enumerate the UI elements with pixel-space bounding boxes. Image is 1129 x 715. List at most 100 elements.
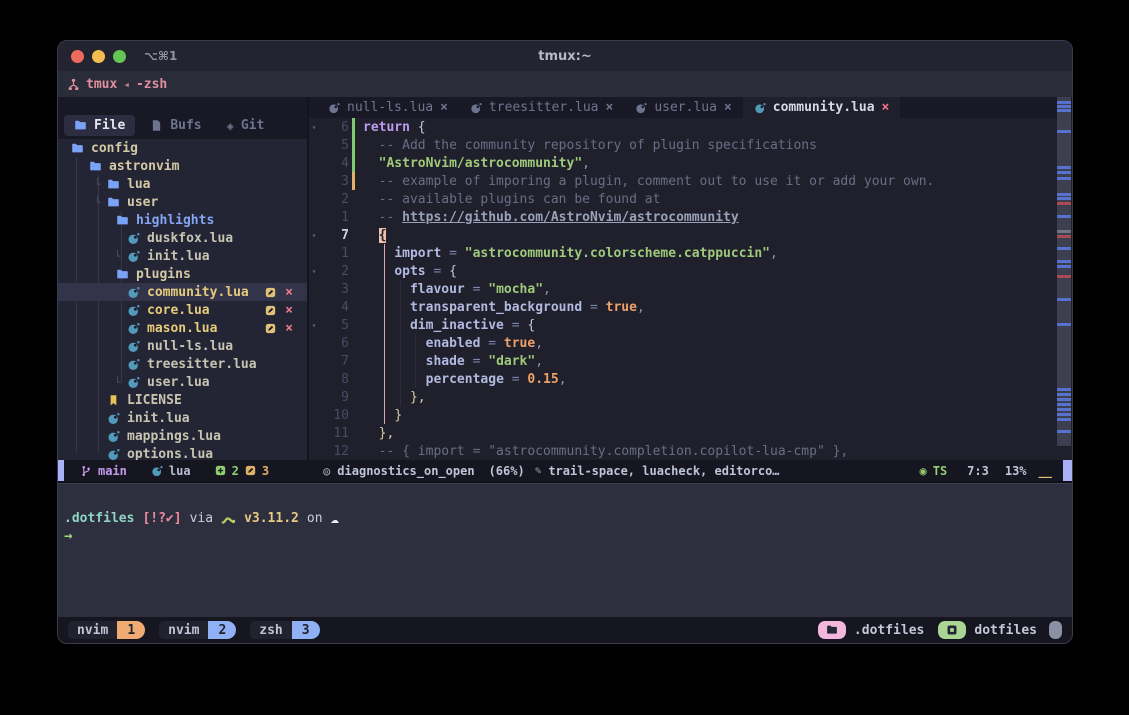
scrollbar-mark <box>1057 298 1071 301</box>
buffer-tab-treesitter.lua[interactable]: treesitter.lua× <box>459 97 624 118</box>
tree-item-LICENSE[interactable]: LICENSE <box>58 391 307 409</box>
fold-icon[interactable]: ▾ <box>307 321 321 330</box>
diamond-icon: ◈ <box>227 119 234 133</box>
close-icon[interactable]: × <box>440 100 448 115</box>
code-line[interactable]: 3 flavour = "mocha", <box>307 280 1072 298</box>
tree-item-init.lua[interactable]: init.lua <box>58 409 307 427</box>
code-line[interactable]: 3 -- example of imporing a plugin, comme… <box>307 172 1072 190</box>
fold-icon[interactable]: ▾ <box>307 267 321 276</box>
code-line[interactable]: ▾2 opts = { <box>307 262 1072 280</box>
git-branch-icon <box>80 465 92 477</box>
line-number: 10 <box>321 408 349 423</box>
tmux-status-label: dotfiles <box>966 623 1045 638</box>
tree-item-mappings.lua[interactable]: mappings.lua <box>58 427 307 445</box>
fold-icon[interactable]: ▾ <box>307 231 321 240</box>
code-line[interactable]: 6 enabled = true, <box>307 334 1072 352</box>
tree-item-core.lua[interactable]: core.lua× <box>58 301 307 319</box>
tree-item-null-ls.lua[interactable]: null-ls.lua <box>58 337 307 355</box>
code-line[interactable]: 4 transparent_background = true, <box>307 298 1072 316</box>
scrollbar-mark <box>1057 230 1071 233</box>
close-icon[interactable]: × <box>606 100 614 115</box>
tree-item-astronvim[interactable]: astronvim <box>58 157 307 175</box>
minimize-window-button[interactable] <box>92 50 105 63</box>
tree-item-mason.lua[interactable]: mason.lua× <box>58 319 307 337</box>
tree-connector: └ <box>94 196 106 209</box>
tree-item-community.lua[interactable]: community.lua× <box>58 283 307 301</box>
terminal-window: ⌥⌘1 tmux:~ tmux ◂ -zsh FileBufs◈Git conf… <box>57 40 1073 644</box>
tree-item-name: init.lua <box>147 249 210 264</box>
close-window-button[interactable] <box>71 50 84 63</box>
tree-item-name: options.lua <box>127 447 213 461</box>
code-line[interactable]: 12 -- { import = "astrocommunity.complet… <box>307 442 1072 460</box>
code-line[interactable]: 2 -- available plugins can be found at <box>307 190 1072 208</box>
tree-item-init.lua[interactable]: └ init.lua <box>58 247 307 265</box>
code-text: -- example of imporing a plugin, comment… <box>363 174 934 189</box>
scrollbar-mark <box>1057 275 1071 278</box>
tree-connector: └ <box>114 250 126 263</box>
tree-item-duskfox.lua[interactable]: duskfox.lua <box>58 229 307 247</box>
code-text: percentage = 0.15, <box>363 372 567 387</box>
formatters-segment: ✎ trail-space, luacheck, editorco… <box>535 464 780 478</box>
titlebar[interactable]: ⌥⌘1 tmux:~ <box>58 41 1072 71</box>
code-line[interactable]: 7 shade = "dark", <box>307 352 1072 370</box>
buffer-tab-label: null-ls.lua <box>347 100 433 115</box>
fold-icon[interactable]: ▾ <box>307 123 321 132</box>
sidebar-tab-file[interactable]: File <box>64 115 135 136</box>
modified-badge-icon <box>265 323 276 334</box>
tree-item-user.lua[interactable]: └user.lua <box>58 373 307 391</box>
code-line[interactable]: 8 percentage = 0.15, <box>307 370 1072 388</box>
code-line[interactable]: 5 -- Add the community repository of plu… <box>307 136 1072 154</box>
buffer-tab-user.lua[interactable]: user.lua× <box>624 97 742 118</box>
tmux-window-nvim-1[interactable]: nvim1 <box>68 621 145 639</box>
sign-column <box>349 208 359 226</box>
code-line[interactable]: ▾6return { <box>307 118 1072 136</box>
sidebar-tab-label: Git <box>241 118 264 133</box>
filetype-segment: lua <box>151 464 191 478</box>
shell-pane[interactable]: .dotfiles [!?✔] via v3.11.2 on ☁ → <box>58 483 1072 617</box>
buffer-tab-null-ls.lua[interactable]: null-ls.lua × <box>317 97 459 118</box>
tmux-window-zsh-3[interactable]: zsh3 <box>250 621 319 639</box>
file-badges: × <box>265 304 307 317</box>
diagnostics-segment: ◎ diagnostics_on_open <box>323 464 475 478</box>
code-line[interactable]: 10 } <box>307 406 1072 424</box>
scrollbar-mark <box>1057 403 1071 406</box>
code-line[interactable]: ▾7 { <box>307 226 1072 244</box>
treesitter-segment: ◉ TS <box>919 464 947 478</box>
git-added-count: 2 <box>232 464 239 478</box>
zoom-window-button[interactable] <box>113 50 126 63</box>
close-icon[interactable]: × <box>882 100 890 115</box>
tree-item-plugins[interactable]: plugins <box>58 265 307 283</box>
sidebar-tab-git[interactable]: ◈ Git <box>217 115 275 136</box>
tree-item-treesitter.lua[interactable]: treesitter.lua <box>58 355 307 373</box>
code-line[interactable]: 1 import = "astrocommunity.colorscheme.c… <box>307 244 1072 262</box>
code-line[interactable]: 4 "AstroNvim/astrocommunity", <box>307 154 1072 172</box>
python-icon <box>221 512 237 525</box>
code-text: } <box>363 408 402 423</box>
buffer-tab-community.lua[interactable]: community.lua× <box>743 97 901 118</box>
tmux-session-name: tmux <box>86 77 117 92</box>
tree-item-name: config <box>91 141 138 156</box>
tree-item-user[interactable]: └user <box>58 193 307 211</box>
panel-divider[interactable] <box>307 97 309 460</box>
tree-item-highlights[interactable]: highlights <box>58 211 307 229</box>
bufferline: null-ls.lua×treesitter.lua×user.lua×comm… <box>307 97 1072 118</box>
file-badges: × <box>265 322 307 335</box>
scrollbar-mark <box>1057 235 1071 238</box>
tmux-window-nvim-2[interactable]: nvim2 <box>159 621 236 639</box>
code-line[interactable]: 11 }, <box>307 424 1072 442</box>
line-number: 7 <box>321 228 349 243</box>
line-number: 8 <box>321 372 349 387</box>
code-line[interactable]: 9 }, <box>307 388 1072 406</box>
sidebar-tab-bufs[interactable]: Bufs <box>140 115 211 136</box>
tree-item-lua[interactable]: └lua <box>58 175 307 193</box>
tree-item-options.lua[interactable]: options.lua <box>58 445 307 460</box>
close-icon[interactable]: × <box>724 100 732 115</box>
ruler-cursor-marker: __ <box>1039 464 1051 478</box>
lua-icon <box>126 250 140 263</box>
code-area[interactable]: ▾6return {5 -- Add the community reposit… <box>307 118 1072 460</box>
scrollbar[interactable] <box>1057 97 1071 446</box>
code-line[interactable]: 1 -- https://github.com/AstroNvim/astroc… <box>307 208 1072 226</box>
tree-item-config[interactable]: config <box>58 139 307 157</box>
code-line[interactable]: ▾5 dim_inactive = { <box>307 316 1072 334</box>
scrollbar-mark <box>1057 197 1071 200</box>
